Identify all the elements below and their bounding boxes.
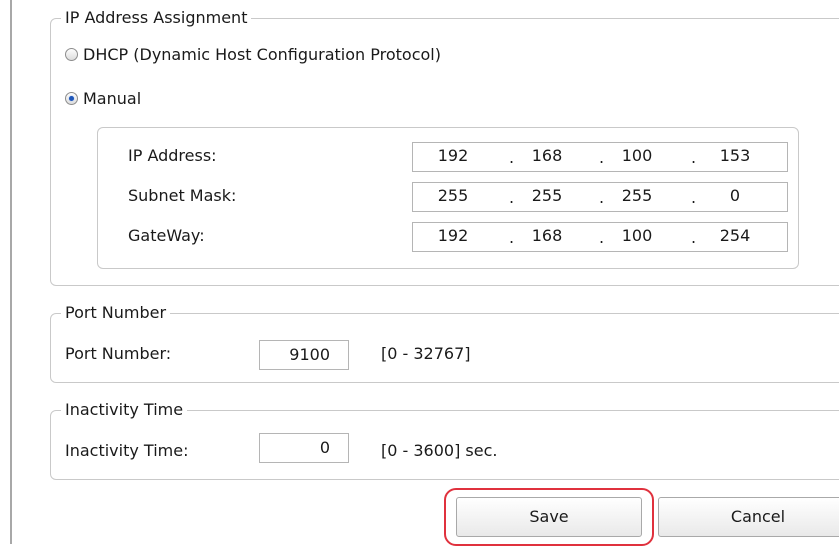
subnet-mask-label: Subnet Mask: [128, 186, 237, 205]
dhcp-option[interactable]: DHCP (Dynamic Host Configuration Protoco… [65, 45, 441, 64]
manual-label: Manual [83, 89, 142, 108]
mask-dot: . [599, 188, 605, 207]
ip-assignment-group: IP Address Assignment DHCP (Dynamic Host… [50, 7, 839, 286]
port-number-range: [0 - 32767] [381, 344, 471, 363]
port-number-legend: Port Number [61, 302, 171, 324]
gateway-octet-3[interactable]: 100 [617, 226, 657, 245]
gateway-octet-1[interactable]: 192 [433, 226, 473, 245]
manual-settings-panel: IP Address: 192 . 168 . 100 . 153 Subnet… [97, 127, 799, 269]
dhcp-label: DHCP (Dynamic Host Configuration Protoco… [83, 45, 441, 64]
subnet-mask-row: Subnet Mask: 255 . 255 . 255 . 0 [128, 182, 788, 212]
port-number-group: Port Number Port Number: 9100 [0 - 32767… [50, 302, 839, 383]
ip-octet-4[interactable]: 153 [715, 146, 755, 165]
port-number-label: Port Number: [65, 344, 172, 363]
mask-dot: . [691, 188, 697, 207]
mask-octet-2[interactable]: 255 [527, 186, 567, 205]
cancel-button[interactable]: Cancel [658, 497, 839, 537]
ip-octet-3[interactable]: 100 [617, 146, 657, 165]
ip-address-input[interactable]: 192 . 168 . 100 . 153 [412, 142, 788, 172]
save-highlight-annotation [444, 488, 654, 546]
manual-option[interactable]: Manual [65, 89, 141, 108]
ip-address-label: IP Address: [128, 146, 217, 165]
inactivity-time-legend: Inactivity Time [61, 399, 188, 421]
inactivity-time-group: Inactivity Time Inactivity Time: 0 [0 - … [50, 399, 839, 480]
gateway-label: GateWay: [128, 226, 205, 245]
gateway-row: GateWay: 192 . 168 . 100 . 254 [128, 222, 788, 252]
gateway-octet-4[interactable]: 254 [715, 226, 755, 245]
subnet-mask-input[interactable]: 255 . 255 . 255 . 0 [412, 182, 788, 212]
mask-dot: . [509, 188, 515, 207]
gateway-dot: . [599, 228, 605, 247]
mask-octet-3[interactable]: 255 [617, 186, 657, 205]
gateway-dot: . [509, 228, 515, 247]
gateway-input[interactable]: 192 . 168 . 100 . 254 [412, 222, 788, 252]
mask-octet-1[interactable]: 255 [433, 186, 473, 205]
ip-address-row: IP Address: 192 . 168 . 100 . 153 [128, 142, 788, 172]
inactivity-time-input[interactable]: 0 [259, 433, 349, 463]
ip-dot: . [599, 148, 605, 167]
ip-assignment-legend: IP Address Assignment [61, 7, 252, 29]
ip-dot: . [509, 148, 515, 167]
port-number-input[interactable]: 9100 [259, 340, 349, 370]
gateway-dot: . [691, 228, 697, 247]
inactivity-time-range: [0 - 3600] sec. [381, 441, 498, 460]
inactivity-time-label: Inactivity Time: [65, 441, 189, 460]
ip-octet-2[interactable]: 168 [527, 146, 567, 165]
ip-dot: . [691, 148, 697, 167]
gateway-octet-2[interactable]: 168 [527, 226, 567, 245]
mask-octet-4[interactable]: 0 [715, 186, 755, 205]
ip-octet-1[interactable]: 192 [433, 146, 473, 165]
dhcp-radio[interactable] [65, 48, 78, 61]
window-left-border [10, 0, 12, 544]
manual-radio[interactable] [65, 92, 78, 105]
